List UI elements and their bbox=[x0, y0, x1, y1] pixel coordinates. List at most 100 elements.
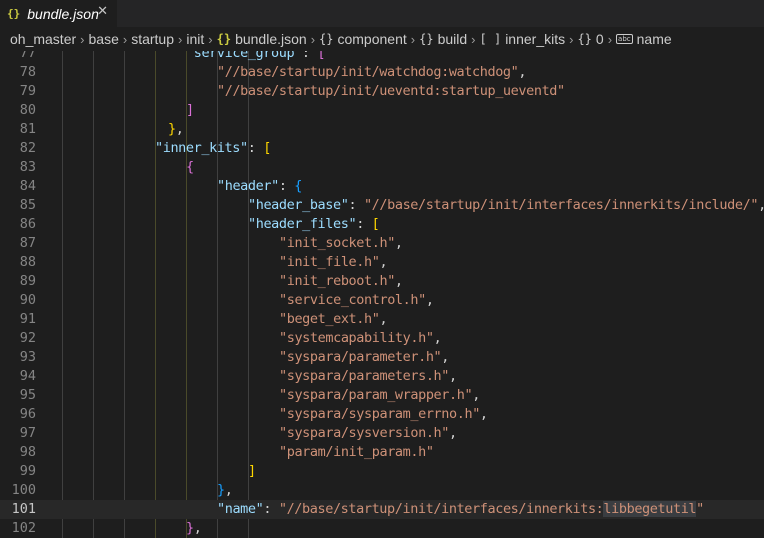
breadcrumb-item[interactable]: {} 0 bbox=[577, 31, 603, 47]
code-line[interactable]: 92 "systemcapability.h", bbox=[0, 329, 764, 348]
code-line[interactable]: 96 "syspara/sysparam_errno.h", bbox=[0, 405, 764, 424]
code-text: "init_socket.h", bbox=[279, 234, 403, 253]
code-line[interactable]: 79 "//base/startup/init/ueventd:startup_u… bbox=[0, 82, 764, 101]
line-number: 79 bbox=[19, 83, 36, 99]
line-number: 83 bbox=[19, 159, 36, 175]
breadcrumb-item[interactable]: startup bbox=[131, 31, 174, 47]
json-file-icon: {} bbox=[216, 32, 232, 46]
breadcrumb-item[interactable]: init bbox=[186, 31, 204, 47]
code-text: "beget_ext.h", bbox=[279, 310, 388, 329]
code-line[interactable]: 98 "param/init_param.h" bbox=[0, 443, 764, 462]
tab-bar: {} bundle.json ✕ bbox=[0, 0, 764, 27]
code-text: "header_files": [ bbox=[248, 215, 380, 234]
code-line[interactable]: 87 "init_socket.h", bbox=[0, 234, 764, 253]
code-line[interactable]: 85 "header_base": "//base/startup/init/in… bbox=[0, 196, 764, 215]
code-line[interactable]: 94 "syspara/parameters.h", bbox=[0, 367, 764, 386]
chevron-right-icon: › bbox=[208, 31, 213, 47]
current-code-line[interactable]: 101 "name": "//base/startup/init/interfac… bbox=[0, 500, 764, 519]
code-token: "header_base" bbox=[248, 197, 349, 213]
code-line[interactable]: 86 "header_files": [ bbox=[0, 215, 764, 234]
code-token: "//base/startup/init/ueventd:startup_uev… bbox=[217, 83, 565, 99]
code-token: , bbox=[175, 121, 184, 137]
line-number: 85 bbox=[19, 197, 36, 213]
code-text: "syspara/sysparam_errno.h", bbox=[279, 405, 488, 424]
code-text: "systemcapability.h", bbox=[279, 329, 442, 348]
breadcrumb-item[interactable]: [ ] inner_kits bbox=[480, 31, 566, 47]
code-token: [ bbox=[263, 140, 271, 156]
breadcrumb-label: base bbox=[88, 31, 119, 47]
code-line[interactable]: 89 "init_reboot.h", bbox=[0, 272, 764, 291]
breadcrumb-item[interactable]: base bbox=[89, 31, 119, 47]
chevron-right-icon: › bbox=[569, 31, 574, 47]
code-line[interactable]: 100}, bbox=[0, 481, 764, 500]
code-line[interactable]: 83 { bbox=[0, 158, 764, 177]
code-token: "syspara/sysversion.h" bbox=[279, 425, 450, 441]
breadcrumb-item[interactable]: {} build bbox=[419, 31, 467, 47]
code-line[interactable]: 95 "syspara/param_wrapper.h", bbox=[0, 386, 764, 405]
close-icon[interactable]: ✕ bbox=[97, 4, 108, 19]
code-token: ] bbox=[186, 102, 194, 118]
code-line[interactable]: 97 "syspara/sysversion.h", bbox=[0, 424, 764, 443]
code-token: , bbox=[479, 406, 488, 422]
breadcrumb-item[interactable]: oh_master bbox=[10, 31, 76, 47]
code-token: { bbox=[294, 178, 303, 194]
code-line[interactable]: 91 "beget_ext.h", bbox=[0, 310, 764, 329]
code-token: : bbox=[356, 216, 372, 232]
code-text: "syspara/sysversion.h", bbox=[279, 424, 457, 443]
code-token: , bbox=[425, 292, 434, 308]
code-token: "//base/startup/init/interfaces/innerkit… bbox=[363, 197, 759, 213]
code-line[interactable]: 82 "inner_kits": [ bbox=[0, 139, 764, 158]
code-token: "beget_ext.h" bbox=[279, 311, 380, 327]
code-line[interactable]: 93 "syspara/parameter.h", bbox=[0, 348, 764, 367]
code-token: "systemcapability.h" bbox=[279, 330, 434, 346]
selected-text: libbegetutil bbox=[603, 501, 697, 517]
breadcrumb: oh_master › base › startup › init ›{} bundle.jso… bbox=[0, 27, 764, 51]
line-number: 78 bbox=[19, 64, 36, 80]
code-text: "syspara/parameters.h", bbox=[279, 367, 457, 386]
code-line[interactable]: 90 "service_control.h", bbox=[0, 291, 764, 310]
code-line[interactable]: 102}, bbox=[0, 519, 764, 538]
code-text: "service_control.h", bbox=[279, 291, 434, 310]
code-token: "init_reboot.h" bbox=[279, 273, 395, 289]
code-token: , bbox=[193, 520, 202, 536]
code-token: : bbox=[278, 178, 295, 194]
line-number: 90 bbox=[19, 292, 36, 308]
code-line[interactable]: 81}, bbox=[0, 120, 764, 139]
code-text: "header_base": "//base/startup/init/inte… bbox=[248, 196, 764, 215]
code-token: : bbox=[263, 501, 279, 517]
code-text: }, bbox=[186, 519, 202, 538]
code-line[interactable]: 80] bbox=[0, 101, 764, 120]
chevron-right-icon: › bbox=[471, 31, 476, 47]
line-number: 95 bbox=[19, 387, 36, 403]
code-token: "syspara/sysparam_errno.h" bbox=[279, 406, 480, 422]
code-text: "header": { bbox=[217, 177, 302, 196]
line-number: 98 bbox=[19, 444, 36, 460]
breadcrumb-item[interactable]: {} bundle.json bbox=[217, 31, 307, 47]
code-token: , bbox=[472, 387, 480, 403]
code-text: }, bbox=[217, 481, 233, 500]
code-line[interactable]: 99] bbox=[0, 462, 764, 481]
code-line[interactable]: 77 "service_group": [ bbox=[0, 51, 764, 63]
breadcrumb-item[interactable]: abc name bbox=[616, 31, 672, 47]
code-editor[interactable]: 77 "service_group": [78 "//base/startup/in… bbox=[0, 51, 764, 538]
line-number: 87 bbox=[19, 235, 36, 251]
code-token: , bbox=[518, 64, 527, 80]
json-file-icon: {} bbox=[7, 7, 21, 20]
code-token: , bbox=[379, 254, 388, 270]
code-text: ] bbox=[186, 101, 194, 120]
code-line[interactable]: 88 "init_file.h", bbox=[0, 253, 764, 272]
breadcrumb-item[interactable]: {} component bbox=[319, 31, 407, 47]
code-line[interactable]: 78 "//base/startup/init/watchdog:watchdog… bbox=[0, 63, 764, 82]
code-token: "//base/startup/init/interfaces/innerkit… bbox=[278, 501, 604, 517]
code-token: "init_file.h" bbox=[279, 254, 380, 270]
code-text: "service_group": [ bbox=[186, 51, 326, 63]
string-icon: abc bbox=[616, 34, 633, 44]
code-token: [ bbox=[371, 216, 380, 232]
code-line[interactable]: 84 "header": { bbox=[0, 177, 764, 196]
code-token: , bbox=[394, 235, 403, 251]
code-token: , bbox=[433, 330, 442, 346]
code-token: "service_group" bbox=[186, 51, 302, 61]
tab-bundle-json[interactable]: {} bundle.json ✕ bbox=[0, 0, 117, 27]
code-token: "service_control.h" bbox=[279, 292, 426, 308]
code-token: "header_files" bbox=[248, 216, 357, 232]
